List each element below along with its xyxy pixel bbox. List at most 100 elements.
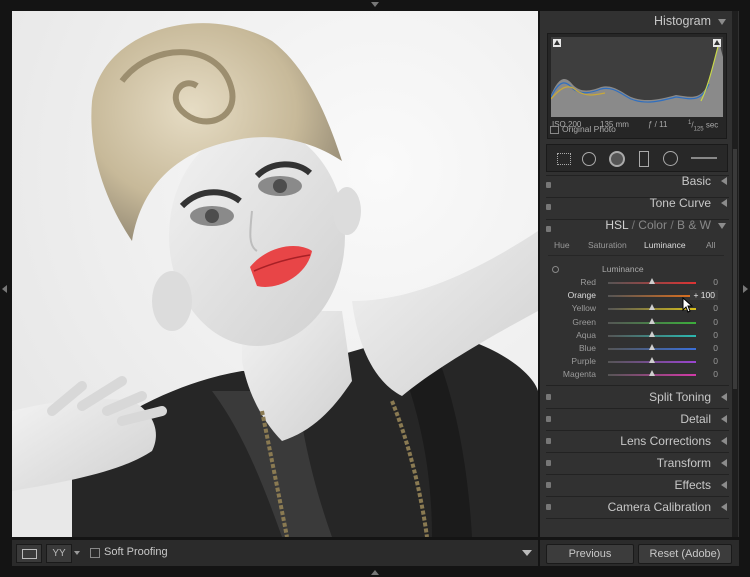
slider-row-yellow[interactable]: Yellow 0 bbox=[548, 302, 728, 315]
bottom-toolbar: YY Soft Proofing bbox=[12, 540, 538, 566]
separator bbox=[546, 518, 729, 519]
soft-proofing-label: Soft Proofing bbox=[104, 546, 168, 558]
slider-row-red[interactable]: Red 0 bbox=[548, 276, 728, 289]
histogram-collapse-icon bbox=[718, 19, 726, 25]
adjustment-brush-tool-icon[interactable] bbox=[691, 157, 717, 159]
hsl-subtab-hue[interactable]: Hue bbox=[554, 240, 570, 250]
separator bbox=[546, 385, 729, 386]
spot-removal-tool-icon[interactable] bbox=[582, 152, 596, 166]
basic-panel-header[interactable]: Basic bbox=[546, 171, 729, 191]
slider-row-green[interactable]: Green 0 bbox=[548, 316, 728, 329]
split-toning-expand-icon bbox=[721, 393, 727, 401]
toolbar-menu-icon[interactable] bbox=[522, 550, 532, 556]
slider-row-purple[interactable]: Purple 0 bbox=[548, 355, 728, 368]
exif-aperture: ƒ / 11 bbox=[648, 120, 668, 129]
transform-panel-header[interactable]: Transform bbox=[546, 453, 729, 473]
hsl-tab-hsl[interactable]: HSL bbox=[605, 218, 628, 232]
slider-label: Yellow bbox=[571, 303, 596, 314]
original-photo-label: Original Photo bbox=[562, 124, 616, 134]
portrait-photo bbox=[12, 11, 538, 537]
highlight-clipping-icon[interactable] bbox=[713, 39, 721, 47]
basic-expand-icon bbox=[721, 177, 727, 185]
hsl-subtab-luminance[interactable]: Luminance bbox=[644, 240, 686, 250]
slider-label: Orange bbox=[567, 290, 596, 301]
slider-value[interactable]: 0 bbox=[713, 303, 718, 313]
slider-row-magenta[interactable]: Magenta 0 bbox=[548, 368, 728, 381]
slider-thumb[interactable] bbox=[649, 344, 655, 350]
before-after-dropdown-icon[interactable] bbox=[74, 551, 80, 555]
slider-row-blue[interactable]: Blue 0 bbox=[548, 342, 728, 355]
slider-thumb[interactable] bbox=[649, 304, 655, 311]
slider-thumb[interactable] bbox=[649, 370, 655, 377]
camera-calibration-panel-header[interactable]: Camera Calibration bbox=[546, 497, 729, 517]
slider-thumb[interactable] bbox=[649, 317, 655, 324]
basic-title: Basic bbox=[681, 174, 711, 188]
left-panel-toggle-icon[interactable] bbox=[2, 285, 7, 293]
develop-right-panel: Histogram ISO 200 135 mm ƒ / 11 1/125 se… bbox=[540, 11, 739, 537]
effects-panel-header[interactable]: Effects bbox=[546, 475, 729, 495]
histogram-graph[interactable] bbox=[550, 37, 723, 117]
transform-expand-icon bbox=[721, 459, 727, 467]
shadow-clipping-icon[interactable] bbox=[553, 39, 561, 47]
tool-strip bbox=[546, 144, 728, 172]
lens-corrections-panel-header[interactable]: Lens Corrections bbox=[546, 431, 729, 451]
panel-scrollbar[interactable] bbox=[732, 11, 738, 537]
right-panel-toggle-icon[interactable] bbox=[743, 285, 748, 293]
luminance-section-title: Luminance bbox=[602, 264, 644, 274]
effects-title: Effects bbox=[674, 478, 711, 492]
hsl-subtab-divider bbox=[548, 255, 724, 256]
slider-label: Aqua bbox=[576, 329, 596, 340]
original-photo-checkbox[interactable] bbox=[550, 126, 559, 134]
red-eye-tool-icon[interactable] bbox=[609, 151, 625, 167]
slider-value[interactable]: 0 bbox=[713, 330, 718, 340]
slider-value[interactable]: 0 bbox=[713, 356, 718, 366]
before-after-button[interactable]: YY bbox=[46, 544, 72, 563]
slider-thumb[interactable] bbox=[649, 357, 655, 364]
slider-value[interactable]: 0 bbox=[713, 317, 718, 327]
detail-expand-icon bbox=[721, 415, 727, 423]
hsl-panel-header[interactable]: HSL / Color / B & W bbox=[546, 215, 729, 235]
exif-shutter: 1/125 sec bbox=[688, 120, 719, 133]
transform-title: Transform bbox=[656, 456, 711, 470]
top-panel-toggle-icon[interactable] bbox=[371, 2, 379, 7]
targeted-adjustment-icon[interactable] bbox=[552, 266, 559, 273]
slider-value[interactable]: 0 bbox=[713, 277, 718, 287]
slider-thumb[interactable] bbox=[649, 278, 655, 284]
right-panel-footer: Previous Reset (Adobe) bbox=[540, 540, 739, 566]
slider-value[interactable]: + 100 bbox=[690, 290, 718, 301]
slider-thumb[interactable] bbox=[649, 330, 655, 337]
reset-button[interactable]: Reset (Adobe) bbox=[638, 544, 732, 564]
previous-button[interactable]: Previous bbox=[546, 544, 634, 564]
hsl-tab-bw[interactable]: B & W bbox=[677, 218, 711, 232]
slider-row-orange[interactable]: Orange + 100 bbox=[548, 289, 728, 302]
graduated-filter-tool-icon[interactable] bbox=[639, 151, 649, 167]
hsl-collapse-icon bbox=[718, 223, 726, 229]
hsl-subtab-saturation[interactable]: Saturation bbox=[588, 240, 627, 250]
radial-filter-tool-icon[interactable] bbox=[663, 151, 678, 166]
loupe-view-button[interactable] bbox=[16, 544, 42, 563]
hsl-tab-color[interactable]: Color bbox=[638, 218, 667, 232]
slider-value[interactable]: 0 bbox=[713, 343, 718, 353]
soft-proofing-checkbox[interactable] bbox=[90, 548, 100, 558]
slider-label: Purple bbox=[571, 356, 596, 367]
histogram-title: Histogram bbox=[654, 14, 711, 28]
split-toning-title: Split Toning bbox=[649, 390, 711, 404]
histogram-panel-header[interactable]: Histogram bbox=[546, 11, 729, 31]
camera-calibration-title: Camera Calibration bbox=[607, 500, 711, 514]
split-toning-panel-header[interactable]: Split Toning bbox=[546, 387, 729, 407]
scrollbar-thumb[interactable] bbox=[733, 149, 737, 389]
photo-canvas[interactable] bbox=[12, 11, 538, 537]
bottom-panel-toggle-icon[interactable] bbox=[371, 570, 379, 575]
camera-calibration-expand-icon bbox=[721, 503, 727, 511]
tone-curve-title: Tone Curve bbox=[649, 196, 711, 210]
slider-row-aqua[interactable]: Aqua 0 bbox=[548, 329, 728, 342]
loupe-view-icon bbox=[22, 549, 37, 559]
tone-curve-panel-header[interactable]: Tone Curve bbox=[546, 193, 729, 213]
slider-label: Blue bbox=[578, 343, 596, 353]
lens-corrections-title: Lens Corrections bbox=[620, 434, 711, 448]
lens-corrections-expand-icon bbox=[721, 437, 727, 445]
slider-value[interactable]: 0 bbox=[713, 369, 718, 379]
detail-panel-header[interactable]: Detail bbox=[546, 409, 729, 429]
hsl-subtab-all[interactable]: All bbox=[706, 240, 715, 250]
crop-tool-icon[interactable] bbox=[557, 153, 571, 165]
